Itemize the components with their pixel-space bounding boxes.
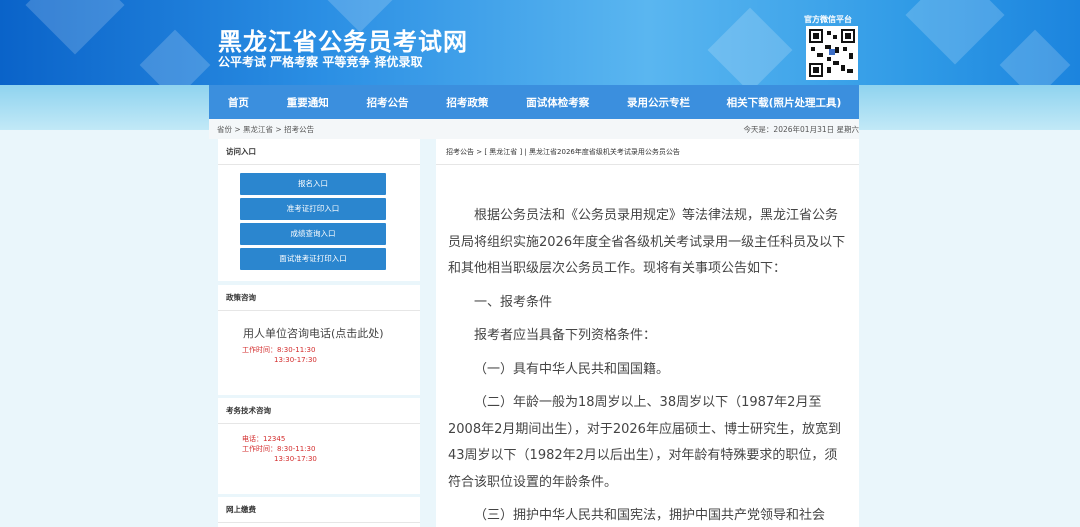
article-paragraph: 一、报考条件 [474, 294, 553, 310]
access-section-title: 访问入口 [218, 139, 420, 165]
register-entry-button[interactable]: 报名入口 [240, 173, 386, 195]
employer-consult-link[interactable]: 用人单位咨询电话(点击此处) [218, 311, 420, 341]
policy-section-title: 政策咨询 [218, 285, 420, 311]
admission-ticket-button[interactable]: 准考证打印入口 [240, 198, 386, 220]
breadcrumb[interactable]: 省份 > 黑龙江省 > 招考公告 [217, 124, 314, 135]
article-paragraph: 根据公务员法和《公务员录用规定》等法律法规，黑龙江省公务员局将组织实施2026年… [448, 208, 846, 276]
tech-hours-1: 工作时间：8:30-11:30 [242, 445, 316, 453]
nav-interview[interactable]: 面试体检考察 [507, 95, 608, 110]
score-query-button[interactable]: 成绩查询入口 [240, 223, 386, 245]
article-paragraph: 报考者应当具备下列资格条件： [474, 328, 657, 343]
policy-section-body: 用人单位咨询电话(点击此处) 工作时间：8:30-11:30 13:30-17:… [218, 311, 420, 395]
online-payment-title[interactable]: 网上缴费 [218, 497, 420, 523]
interview-ticket-button[interactable]: 面试准考证打印入口 [240, 248, 386, 270]
nav-home[interactable]: 首页 [209, 95, 268, 110]
nav-downloads[interactable]: 相关下载(照片处理工具) [709, 95, 859, 110]
article-paragraph: （二）年龄一般为18周岁以上、38周岁以下（1987年2月至2008年2月期间出… [448, 395, 841, 490]
wechat-label: 官方微信平台 [804, 15, 852, 24]
article-panel: 招考公告 > [ 黑龙江省 ] | 黑龙江省2026年度省级机关考试录用公务员公… [436, 139, 859, 527]
tech-section-title: 考务技术咨询 [218, 398, 420, 424]
breadcrumb-bar: 省份 > 黑龙江省 > 招考公告 今天是：2026年01月31日 星期六 [209, 119, 859, 139]
policy-hours-2: 13:30-17:30 [274, 356, 317, 364]
tech-section-body: 电话：12345 工作时间：8:30-11:30 13:30-17:30 [218, 424, 420, 494]
nav-policy[interactable]: 招考政策 [427, 95, 507, 110]
article-paragraph: （三）拥护中华人民共和国宪法，拥护中国共产党领导和社会 [474, 508, 826, 523]
site-header: 黑龙江省公务员考试网 公平考试 严格考察 平等竞争 择优录取 官方微信平台 [0, 0, 1080, 85]
main-nav: 首页 重要通知 招考公告 招考政策 面试体检考察 录用公示专栏 相关下载(照片处… [209, 85, 859, 119]
access-entries: 报名入口 准考证打印入口 成绩查询入口 面试准考证打印入口 [218, 165, 420, 281]
article-breadcrumb: 招考公告 > [ 黑龙江省 ] | 黑龙江省2026年度省级机关考试录用公务员公… [436, 139, 859, 165]
article-paragraph: （一）具有中华人民共和国国籍。 [474, 361, 670, 377]
qr-code-icon [806, 26, 858, 80]
site-slogan: 公平考试 严格考察 平等竞争 择优录取 [218, 55, 423, 69]
left-sidebar: 访问入口 报名入口 准考证打印入口 成绩查询入口 面试准考证打印入口 政策咨询 … [218, 139, 420, 527]
site-title[interactable]: 黑龙江省公务员考试网 [218, 22, 468, 57]
tech-hours-2: 13:30-17:30 [274, 455, 317, 463]
tech-phone: 电话：12345 [242, 435, 286, 443]
article-body: 根据公务员法和《公务员录用规定》等法律法规，黑龙江省公务员局将组织实施2026年… [436, 165, 859, 527]
policy-hours-1: 工作时间：8:30-11:30 [242, 346, 316, 354]
nav-publicity[interactable]: 录用公示专栏 [608, 95, 709, 110]
nav-announcements[interactable]: 招考公告 [348, 95, 428, 110]
today-date: 今天是：2026年01月31日 星期六 [743, 125, 859, 134]
nav-notices[interactable]: 重要通知 [268, 95, 348, 110]
qr-code-graphic [809, 29, 855, 77]
